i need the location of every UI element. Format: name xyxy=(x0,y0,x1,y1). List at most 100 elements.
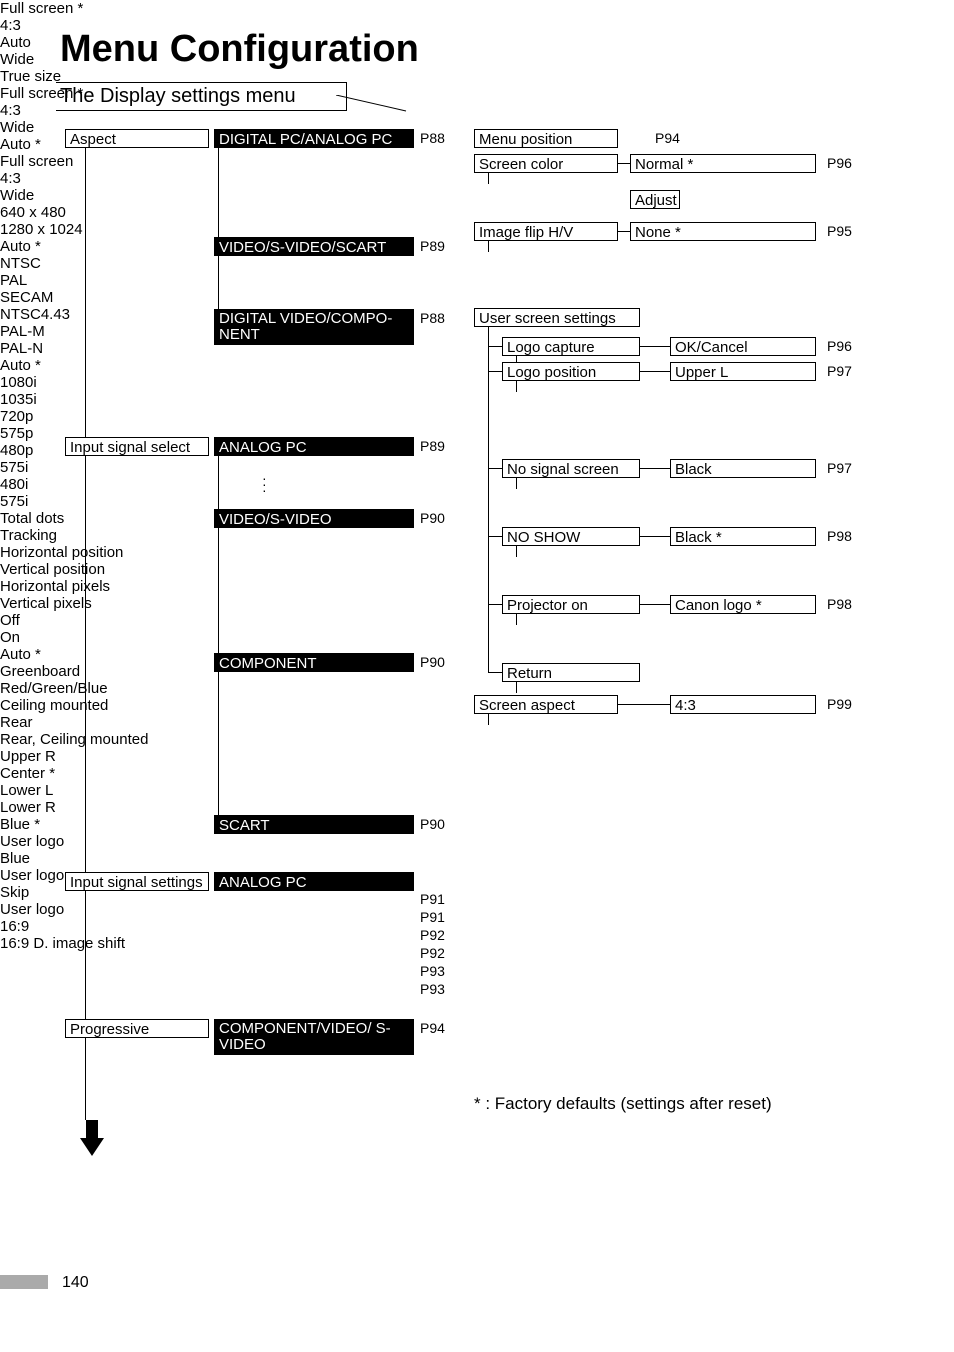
menu-option: Vertical position xyxy=(0,561,192,578)
menu-header: ANALOG PC xyxy=(214,872,414,891)
menu-option: Center * xyxy=(0,765,146,782)
connector-line xyxy=(640,371,670,372)
page-ref: P93 xyxy=(420,963,445,979)
menu-main: Menu position xyxy=(474,129,618,148)
menu-option: Off xyxy=(0,612,192,629)
menu-option: Auto * xyxy=(0,646,192,663)
menu-main: Progressive xyxy=(65,1019,209,1038)
connector-line xyxy=(516,546,517,557)
menu-option: Upper L xyxy=(670,362,816,381)
page-ref: P96 xyxy=(827,338,852,354)
menu-option: Rear, Ceiling mounted xyxy=(0,731,186,748)
menu-main: Input signal settings xyxy=(65,872,209,891)
menu-option: None * xyxy=(630,222,816,241)
menu-option: PAL xyxy=(0,272,192,289)
connector-line xyxy=(488,346,502,347)
connector-line xyxy=(214,662,218,663)
menu-option: Blue * xyxy=(0,816,146,833)
menu-option: PAL-M xyxy=(0,323,192,340)
menu-option: Upper R xyxy=(0,748,146,765)
menu-main: Screen color xyxy=(474,154,618,173)
menu-option: 16:9 D. image shift xyxy=(0,935,146,952)
menu-sub: Projector on xyxy=(502,595,640,614)
connector-line xyxy=(516,682,517,693)
connector-line xyxy=(488,173,489,184)
page-ref: P99 xyxy=(827,696,852,712)
connector-line xyxy=(618,231,630,232)
page-ref: P92 xyxy=(420,945,445,961)
connector-line xyxy=(214,318,218,319)
menu-option: Rear xyxy=(0,714,186,731)
menu-option: Auto * xyxy=(0,357,192,374)
connector-line xyxy=(488,604,502,605)
menu-header: SCART xyxy=(214,815,414,834)
connector-line xyxy=(516,478,517,489)
menu-option: Wide xyxy=(0,187,192,204)
connector-line xyxy=(214,824,218,825)
menu-option: OK/Cancel xyxy=(670,337,816,356)
menu-main: Input signal select xyxy=(65,437,209,456)
menu-header: COMPONENT xyxy=(214,653,414,672)
menu-header: DIGITAL VIDEO/COMPO-NENT xyxy=(214,309,414,345)
menu-option: SECAM xyxy=(0,289,192,306)
page-ref: P98 xyxy=(827,528,852,544)
menu-main: User screen settings xyxy=(474,308,640,327)
connector-line xyxy=(488,241,489,252)
connector-line xyxy=(488,714,489,725)
connector-line xyxy=(618,163,630,164)
connector-line xyxy=(516,381,517,392)
connector-line xyxy=(618,704,670,705)
page-ref: P89 xyxy=(420,438,445,454)
page-ref: P88 xyxy=(420,130,445,146)
page-ref: P91 xyxy=(420,891,445,907)
menu-sub: Logo capture xyxy=(502,337,640,356)
menu-option: 720p xyxy=(0,408,192,425)
subtitle-wrap: The Display settings menu xyxy=(56,82,347,111)
menu-option: 1280 x 1024 xyxy=(0,221,192,238)
menu-header: VIDEO/S-VIDEO/SCART xyxy=(214,237,414,256)
menu-option: Lower L xyxy=(0,782,146,799)
menu-option-box: Adjust xyxy=(630,190,680,209)
menu-option: 1035i xyxy=(0,391,192,408)
connector-line xyxy=(488,327,489,672)
connector-line xyxy=(85,148,86,1120)
menu-option: NTSC4.43 xyxy=(0,306,192,323)
page-ref: P88 xyxy=(420,310,445,326)
menu-option: Normal * xyxy=(630,154,816,173)
menu-option: User logo xyxy=(0,901,146,918)
menu-option: Lower R xyxy=(0,799,146,816)
menu-header: ANALOG PC xyxy=(214,437,414,456)
menu-option: Tracking xyxy=(0,527,192,544)
connector-line xyxy=(488,672,502,673)
menu-option: Black * xyxy=(670,527,816,546)
connector-line xyxy=(214,518,218,519)
menu-option: 4:3 xyxy=(670,695,816,714)
menu-option: PAL-N xyxy=(0,340,192,357)
page-ref: P97 xyxy=(827,363,852,379)
page-ref: P94 xyxy=(420,1020,445,1036)
menu-main: Screen aspect xyxy=(474,695,618,714)
wedge-line-decor xyxy=(336,95,416,115)
connector-line xyxy=(640,604,670,605)
connector-line xyxy=(218,148,219,318)
connector-line xyxy=(488,468,502,469)
connector-line xyxy=(488,371,502,372)
menu-option: Horizontal pixels xyxy=(0,578,192,595)
vertical-dots-icon: ··· xyxy=(262,475,267,493)
page-bar-decor xyxy=(0,1275,48,1289)
menu-option: Vertical pixels xyxy=(0,595,192,612)
page-ref: P93 xyxy=(420,981,445,997)
menu-option: Greenboard xyxy=(0,663,186,680)
menu-sub: Logo position xyxy=(502,362,640,381)
menu-option: Total dots xyxy=(0,510,192,527)
connector-line xyxy=(516,614,517,625)
page-ref: P90 xyxy=(420,654,445,670)
menu-main: Image flip H/V xyxy=(474,222,618,241)
menu-option: Horizontal position xyxy=(0,544,192,561)
menu-option: NTSC xyxy=(0,255,192,272)
footnote-text: * : Factory defaults (settings after res… xyxy=(474,1094,772,1114)
page-title: Menu Configuration xyxy=(60,28,419,71)
page-ref: P94 xyxy=(655,130,680,146)
menu-option: 16:9 xyxy=(0,918,146,935)
menu-sub: Return xyxy=(502,663,640,682)
